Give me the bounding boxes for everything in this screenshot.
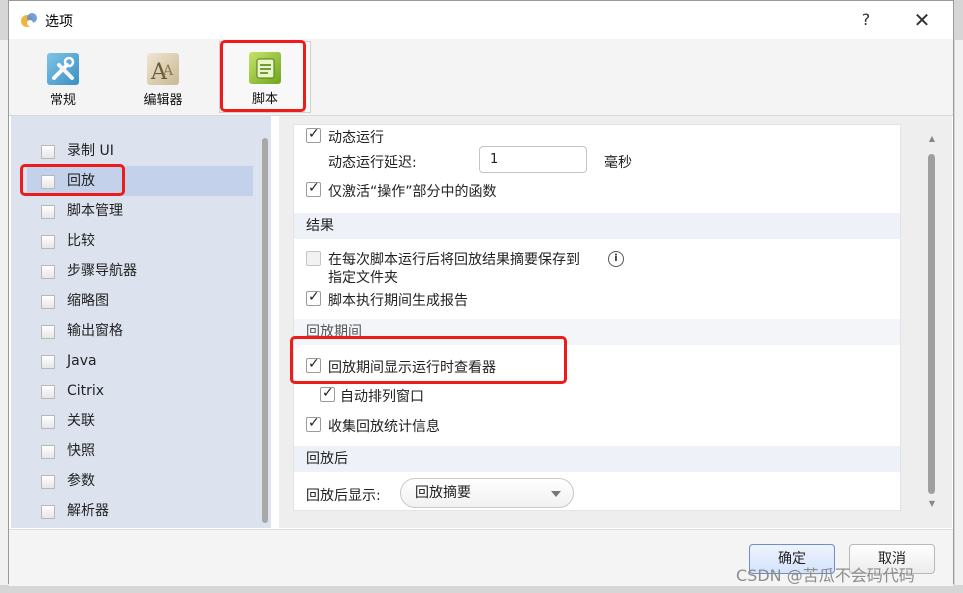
background-window-edge-right xyxy=(955,40,963,585)
sidebar-scrollbar[interactable] xyxy=(259,126,271,523)
save-summary-label-line2: 指定文件夹 xyxy=(328,270,398,286)
highlight-script-tab xyxy=(220,40,306,112)
page-icon xyxy=(41,265,55,279)
toolbar-tab-general[interactable]: 常规 xyxy=(31,47,95,111)
highlight-runtime-viewer xyxy=(290,336,567,384)
options-dialog: 选项 ? ✕ 常规 A A 编辑器 脚本 录制 UI 回放 脚本管理 比较 步骤… xyxy=(8,0,954,586)
section-after-replay: 回放后 xyxy=(294,446,900,472)
info-icon[interactable]: i xyxy=(608,251,624,267)
sidebar-item-correlation[interactable]: 关联 xyxy=(27,406,253,436)
sidebar-item-label: 输出窗格 xyxy=(67,323,123,339)
dynamic-run-label: 动态运行 xyxy=(328,130,384,146)
auto-arrange-label: 自动排列窗口 xyxy=(340,389,424,405)
sidebar-item-compare[interactable]: 比较 xyxy=(27,226,253,256)
after-replay-select[interactable]: 回放摘要 xyxy=(400,478,574,508)
section-results: 结果 xyxy=(294,213,900,239)
sidebar-item-thumbnails[interactable]: 缩略图 xyxy=(27,286,253,316)
tools-icon xyxy=(47,53,79,85)
activate-functions-label: 仅激活“操作”部分中的函数 xyxy=(328,184,497,200)
settings-panel: 动态运行 动态运行延迟: 1 毫秒 仅激活“操作”部分中的函数 结果 在每次脚本… xyxy=(279,116,952,528)
sidebar-item-snapshot[interactable]: 快照 xyxy=(27,436,253,466)
sidebar-item-record-ui[interactable]: 录制 UI xyxy=(27,136,253,166)
dynamic-delay-input[interactable]: 1 xyxy=(479,146,587,173)
dynamic-run-checkbox[interactable] xyxy=(306,126,321,143)
settings-content: 动态运行 动态运行延迟: 1 毫秒 仅激活“操作”部分中的函数 结果 在每次脚本… xyxy=(293,124,901,511)
highlight-replay-item xyxy=(20,164,125,196)
sidebar-item-citrix[interactable]: Citrix xyxy=(27,376,253,406)
page-icon xyxy=(41,445,55,459)
toolbar-tab-editor[interactable]: A A 编辑器 xyxy=(131,47,195,111)
page-icon xyxy=(41,145,55,159)
settings-scrollbar[interactable]: ▲ ▼ xyxy=(925,134,939,509)
sidebar-item-label: 步骤导航器 xyxy=(67,263,137,279)
watermark-text: CSDN @苦瓜不会码代码 xyxy=(736,566,915,585)
page-icon xyxy=(41,505,55,519)
sidebar-item-label: 录制 UI xyxy=(67,143,114,159)
page-icon xyxy=(41,385,55,399)
sidebar-item-step-navigator[interactable]: 步骤导航器 xyxy=(27,256,253,286)
sidebar-item-script-management[interactable]: 脚本管理 xyxy=(27,196,253,226)
sidebar-item-label: 脚本管理 xyxy=(67,203,123,219)
dynamic-delay-label: 动态运行延迟: xyxy=(328,155,417,171)
activate-functions-checkbox[interactable] xyxy=(306,180,321,197)
sidebar-item-label: 参数 xyxy=(67,473,95,489)
help-button[interactable]: ? xyxy=(843,5,889,35)
settings-scrollbar-thumb[interactable] xyxy=(928,154,935,494)
auto-arrange-checkbox[interactable] xyxy=(320,385,335,402)
sidebar-scrollbar-thumb[interactable] xyxy=(262,138,268,523)
sidebar-item-label: 缩略图 xyxy=(67,293,109,309)
collect-stats-checkbox[interactable] xyxy=(306,415,321,432)
save-summary-checkbox[interactable] xyxy=(306,251,321,266)
page-icon xyxy=(41,295,55,309)
page-icon xyxy=(41,205,55,219)
sidebar-item-label: Java xyxy=(67,353,97,369)
dynamic-delay-unit: 毫秒 xyxy=(604,155,632,171)
options-toolbar: 常规 A A 编辑器 脚本 xyxy=(9,39,953,116)
collect-stats-label: 收集回放统计信息 xyxy=(328,419,440,435)
toolbar-tab-label: 编辑器 xyxy=(143,93,183,108)
sidebar-item-output-pane[interactable]: 输出窗格 xyxy=(27,316,253,346)
title-bar: 选项 ? ✕ xyxy=(9,1,953,39)
app-logo-icon xyxy=(21,13,37,27)
close-button[interactable]: ✕ xyxy=(899,5,945,35)
sidebar-item-label: 关联 xyxy=(67,413,95,429)
page-icon xyxy=(41,475,55,489)
scroll-down-arrow-icon[interactable]: ▼ xyxy=(927,499,937,509)
generate-report-label: 脚本执行期间生成报告 xyxy=(328,293,468,309)
chevron-down-icon xyxy=(551,491,561,497)
page-icon xyxy=(41,325,55,339)
sidebar-item-label: 快照 xyxy=(67,443,95,459)
page-icon xyxy=(41,415,55,429)
font-icon: A A xyxy=(147,53,179,85)
after-replay-show-label: 回放后显示: xyxy=(306,488,381,504)
generate-report-checkbox[interactable] xyxy=(306,289,321,306)
sidebar-item-java[interactable]: Java xyxy=(27,346,253,376)
scroll-up-arrow-icon[interactable]: ▲ xyxy=(927,134,937,144)
sidebar-item-parser[interactable]: 解析器 xyxy=(27,496,253,526)
page-icon xyxy=(41,355,55,369)
sidebar-item-label: 解析器 xyxy=(67,503,109,519)
after-replay-select-value: 回放摘要 xyxy=(415,485,471,501)
window-title: 选项 xyxy=(45,14,73,30)
sidebar-item-label: 比较 xyxy=(67,233,95,249)
toolbar-tab-label: 常规 xyxy=(49,93,76,108)
sidebar-item-label: Citrix xyxy=(67,383,105,399)
sidebar-item-parameters[interactable]: 参数 xyxy=(27,466,253,496)
save-summary-label-line1: 在每次脚本运行后将回放结果摘要保存到 xyxy=(328,252,580,268)
svg-text:A: A xyxy=(162,63,174,79)
page-icon xyxy=(41,235,55,249)
